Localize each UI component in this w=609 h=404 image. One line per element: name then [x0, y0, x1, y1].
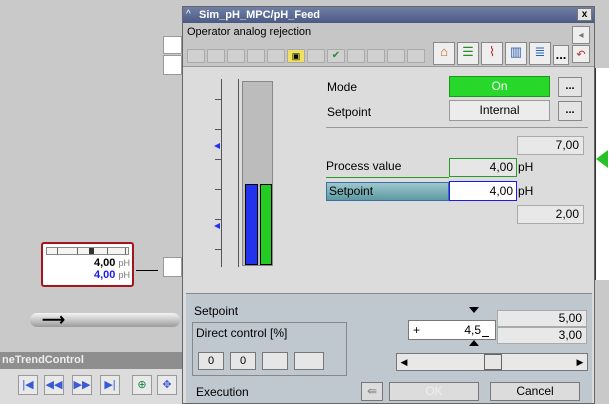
window-icon: ^: [186, 9, 191, 20]
direct-control-button-4[interactable]: [294, 352, 324, 370]
signal-line: [136, 270, 158, 271]
status-slot: [347, 49, 365, 63]
mode-value[interactable]: On: [449, 76, 550, 97]
operator-analog-rejection-label: Operator analog rejection: [187, 26, 312, 38]
setpoint-unit: pH: [518, 184, 534, 198]
checkmark-icon[interactable]: ✔: [327, 49, 345, 63]
entry-limit-high: 5,00: [497, 310, 587, 327]
scale-tick: [215, 249, 221, 250]
separator: [326, 127, 588, 128]
status-slot: [247, 49, 265, 63]
more-button[interactable]: ...: [553, 45, 569, 65]
cancel-button[interactable]: Cancel: [490, 382, 580, 401]
entry-sign: +: [413, 323, 421, 337]
status-slot: [407, 49, 425, 63]
setpoint-entry-input[interactable]: + 4,5: [408, 320, 496, 340]
memo-icon[interactable]: ☰: [457, 42, 479, 65]
faceplate-toolbar: Operator analog rejection ▣ ✔ ⌂ ☰ ⌇ ▥ ≣ …: [183, 23, 594, 67]
setpoint-label[interactable]: Setpoint: [326, 182, 449, 201]
faceplate-window: Sim_pH_MPC/pH_Feed ^ x Operator analog r…: [182, 6, 595, 404]
high-limit-arrow-icon: [469, 307, 479, 313]
low-limit-marker-icon: [214, 223, 220, 229]
trend-first-icon[interactable]: |◀: [18, 375, 38, 395]
pv-scale-axis: [221, 79, 222, 267]
execution-icon[interactable]: ⇚: [361, 382, 383, 401]
entry-value: 4,5: [464, 323, 481, 337]
range-high-value: 7,00: [517, 136, 584, 155]
status-slot: [307, 49, 325, 63]
trend-last-icon[interactable]: ▶|: [100, 375, 120, 395]
direct-control-button-1[interactable]: 0: [198, 352, 224, 370]
sp-scale-axis: [238, 79, 239, 267]
scale-tick: [215, 159, 221, 160]
plant-symbol: [163, 36, 182, 54]
valve-icon: [596, 150, 608, 168]
process-value-label: Process value: [326, 159, 449, 178]
ok-button[interactable]: OK: [389, 382, 479, 401]
title-bar[interactable]: Sim_pH_MPC/pH_Feed: [183, 7, 594, 23]
status-slot: [227, 49, 245, 63]
mini-process-value: 4,00 pH: [94, 257, 130, 269]
setpoint-entry-label: Setpoint: [194, 304, 239, 318]
home-icon[interactable]: ⌂: [433, 42, 455, 65]
scale-tick: [215, 219, 221, 220]
barchart-icon[interactable]: ▥: [505, 42, 527, 65]
lock-icon[interactable]: ▣: [287, 49, 305, 63]
entry-limit-low: 3,00: [497, 327, 587, 344]
undo-icon[interactable]: ↶: [572, 45, 590, 63]
flow-arrow-icon: ⟶: [42, 312, 65, 329]
trend-icon[interactable]: ⌇: [481, 42, 503, 65]
high-limit-marker-icon: [214, 143, 220, 149]
slider-thumb[interactable]: [484, 354, 502, 370]
scale-tick: [215, 129, 221, 130]
mode-options-button[interactable]: ...: [558, 77, 582, 97]
trend-control-title: neTrendControl: [0, 352, 183, 369]
pan-icon[interactable]: ✥: [157, 375, 177, 395]
zoom-icon[interactable]: ⊕: [132, 375, 152, 395]
execution-row: Execution ⇚ OK Cancel: [186, 382, 592, 402]
direct-control-label: Direct control [%]: [196, 326, 288, 340]
low-limit-arrow-icon: [469, 340, 479, 346]
process-value-bar: [245, 184, 258, 265]
status-slot: [367, 49, 385, 63]
scale-tick: [215, 189, 221, 190]
alarm-list-icon[interactable]: ≣: [529, 42, 551, 65]
back-icon[interactable]: ◂: [572, 26, 590, 44]
window-title: Sim_pH_MPC/pH_Feed: [199, 9, 321, 21]
setpoint-slider[interactable]: ◀ ▶: [396, 353, 588, 371]
status-slot: [207, 49, 225, 63]
mini-setpoint-value: 4,00 pH: [94, 269, 130, 281]
mini-bar: [46, 247, 129, 255]
direct-control-button-3[interactable]: [262, 352, 288, 370]
direct-control-button-2[interactable]: 0: [230, 352, 256, 370]
slider-right-arrow-icon[interactable]: ▶: [574, 355, 586, 369]
setpoint-bar: [260, 184, 272, 265]
status-slot: [267, 49, 285, 63]
status-slot: [187, 49, 205, 63]
setpoint-source-options-button[interactable]: ...: [558, 101, 582, 121]
process-value-field: 4,00: [449, 158, 517, 177]
execution-label: Execution: [196, 385, 249, 399]
text-cursor: [482, 336, 489, 337]
block-icon-ph-feed[interactable]: 4,00 pH 4,00 pH: [41, 242, 134, 287]
close-button[interactable]: x: [577, 8, 592, 21]
range-low-value: 2,00: [517, 205, 584, 224]
plant-symbol: [163, 55, 182, 75]
trend-toolbar: |◀ ◀◀ ▶▶ ▶| ⊕ ✥: [0, 369, 183, 404]
trend-forward-icon[interactable]: ▶▶: [72, 375, 92, 395]
trend-back-icon[interactable]: ◀◀: [44, 375, 64, 395]
status-slot: [387, 49, 405, 63]
mode-label: Mode: [327, 80, 358, 94]
scale-tick: [215, 99, 221, 100]
plant-symbol: [163, 257, 182, 277]
setpoint-source-label: Setpoint: [327, 105, 372, 119]
setpoint-source-value[interactable]: Internal: [449, 100, 550, 121]
slider-left-arrow-icon[interactable]: ◀: [398, 355, 410, 369]
bargraph-area: [193, 71, 283, 271]
plant-right-edge: [595, 68, 609, 280]
setpoint-field[interactable]: 4,00: [449, 181, 517, 201]
process-value-unit: pH: [518, 160, 534, 174]
